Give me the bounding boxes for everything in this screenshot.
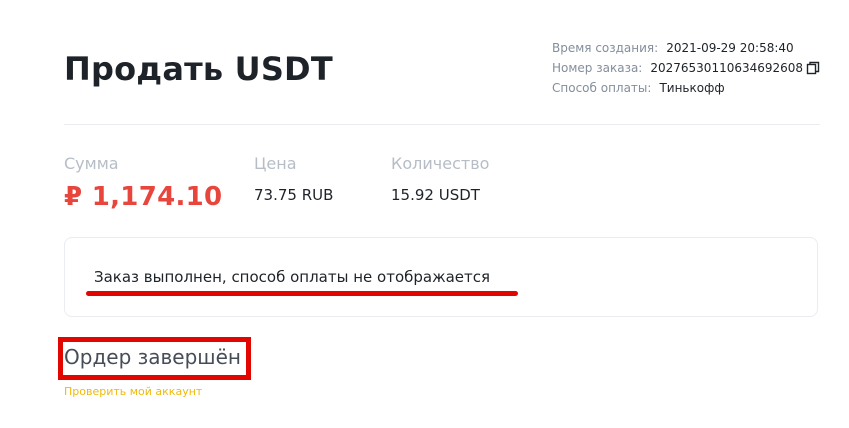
payment-method-row: Способ оплаты: Тинькофф (552, 78, 820, 98)
copy-icon[interactable] (806, 61, 820, 75)
annotation-underline (86, 291, 518, 296)
price-label: Цена (254, 154, 297, 173)
price-value: 73.75 RUB (254, 186, 334, 204)
amount-label: Сумма (64, 154, 119, 173)
payment-notice-text: Заказ выполнен, способ оплаты не отображ… (94, 268, 491, 286)
order-number-value: 20276530110634692608 (650, 61, 804, 75)
quantity-value: 15.92 USDT (391, 186, 480, 204)
order-meta: Время создания: 2021-09-29 20:58:40 Номе… (552, 38, 820, 98)
created-time-value: 2021-09-29 20:58:40 (666, 41, 794, 55)
created-time-row: Время создания: 2021-09-29 20:58:40 (552, 38, 820, 58)
price-stat: Цена 73.75 RUB (254, 152, 333, 204)
payment-method-label: Способ оплаты: (552, 81, 652, 95)
header-divider (64, 124, 820, 125)
payment-method-value: Тинькофф (659, 81, 725, 95)
order-number-row: Номер заказа: 20276530110634692608 (552, 58, 820, 78)
created-time-label: Время создания: (552, 41, 659, 55)
order-number-label: Номер заказа: (552, 61, 643, 75)
page-title: Продать USDT (64, 50, 333, 88)
amount-value: ₽ 1,174.10 (64, 182, 223, 212)
quantity-label: Количество (391, 154, 490, 173)
payment-notice-box: Заказ выполнен, способ оплаты не отображ… (64, 237, 818, 317)
amount-stat: Сумма ₽ 1,174.10 (64, 152, 222, 212)
annotation-highlight-box (58, 337, 251, 380)
quantity-stat: Количество 15.92 USDT (391, 152, 489, 204)
check-account-link[interactable]: Проверить мой аккаунт (64, 385, 202, 398)
